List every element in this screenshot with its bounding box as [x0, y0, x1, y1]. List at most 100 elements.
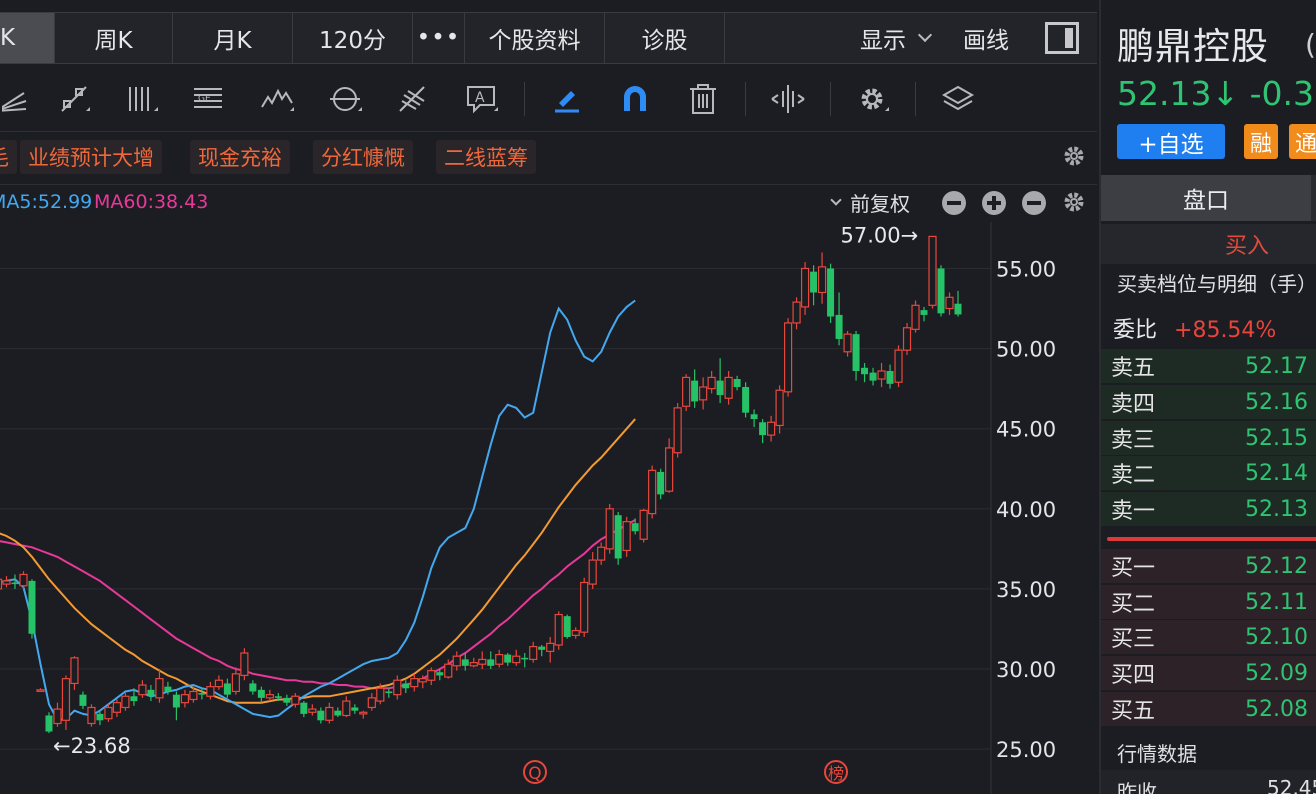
- fib-tool[interactable]: [380, 66, 448, 132]
- candle: [240, 648, 249, 681]
- level-price: 52.17: [1245, 353, 1308, 379]
- candle-body: [96, 713, 104, 721]
- candle: [852, 330, 860, 381]
- tab-daily-k[interactable]: K: [0, 13, 55, 63]
- candle-body: [742, 387, 750, 413]
- candle-body: [920, 310, 928, 315]
- tab-buy[interactable]: 买入: [1101, 224, 1316, 264]
- tab-weekly-k[interactable]: 周K: [55, 13, 173, 63]
- cycle-tool[interactable]: [312, 66, 380, 132]
- candle: [283, 694, 291, 706]
- candle: [28, 579, 36, 639]
- more-periods-button[interactable]: •••: [413, 13, 465, 63]
- sell-level-row[interactable]: 卖一 52.13: [1101, 492, 1316, 526]
- candle: [954, 290, 962, 317]
- concept-tags: 毛 业绩预计大增 现金充裕 分红慷慨 二线蓝筹: [0, 137, 1097, 177]
- layers-button[interactable]: [924, 66, 992, 132]
- display-dropdown[interactable]: 显示: [845, 13, 945, 63]
- candle: [622, 516, 631, 557]
- candlestick-chart[interactable]: 25.00 30.00 35.00 40.00 45.00 50.00 55.00 57.0…: [0, 222, 1097, 794]
- candle: [214, 675, 223, 690]
- fan-icon: [2, 91, 27, 112]
- candle: [945, 292, 954, 315]
- concept-tag[interactable]: 分红慷慨: [313, 140, 413, 174]
- ranking-marker[interactable]: 榜: [824, 760, 848, 784]
- trendline-icon: [61, 85, 90, 112]
- candle: [920, 306, 928, 322]
- sell-level-row[interactable]: 卖五 52.17: [1101, 349, 1316, 383]
- buy-level-row[interactable]: 买一 52.12: [1101, 549, 1316, 583]
- candle-body: [53, 708, 62, 725]
- news-marker[interactable]: Q: [523, 760, 547, 784]
- trendline-tool[interactable]: [40, 66, 108, 132]
- chevron-down-icon: [917, 27, 933, 43]
- draw-lines-button[interactable]: 画线: [945, 13, 1027, 63]
- level-label: 卖四: [1111, 392, 1156, 417]
- candle-body: [172, 694, 180, 708]
- fan-tool[interactable]: [0, 66, 40, 132]
- tab-diagnose[interactable]: 诊股: [605, 13, 725, 63]
- chart-settings-button[interactable]: [1061, 189, 1087, 219]
- candle-body: [291, 695, 300, 705]
- magnet-tool[interactable]: [601, 66, 669, 132]
- candle: [665, 438, 674, 493]
- tab-order-book[interactable]: 盘口: [1101, 175, 1311, 221]
- add-watchlist-button[interactable]: +自选: [1117, 124, 1225, 159]
- concept-tag[interactable]: 毛: [0, 140, 17, 174]
- buy-level-row[interactable]: 买二 52.11: [1101, 585, 1316, 619]
- candle-body: [911, 304, 920, 330]
- candle-body: [707, 376, 716, 390]
- candle: [45, 712, 53, 734]
- y-axis: 25.00 30.00 35.00 40.00 45.00 50.00 55.00: [996, 257, 1056, 762]
- ma60-line: [0, 519, 636, 690]
- wave-tool[interactable]: [244, 66, 312, 132]
- candle-body: [546, 642, 555, 653]
- gann-tool[interactable]: GE: [176, 66, 244, 132]
- delete-drawings-button[interactable]: [669, 66, 737, 132]
- highlighter-tool[interactable]: [533, 66, 601, 132]
- candle: [53, 702, 62, 727]
- candle: [300, 701, 308, 718]
- sell-level-row[interactable]: 卖四 52.16: [1101, 385, 1316, 419]
- concept-tag[interactable]: 二线蓝筹: [436, 140, 536, 174]
- sell-level-row[interactable]: 卖二 52.14: [1101, 456, 1316, 490]
- candle: [783, 318, 793, 397]
- level-price: 52.08: [1245, 696, 1308, 722]
- candle-body: [274, 696, 282, 698]
- display-label: 显示: [860, 28, 906, 54]
- candle-body: [563, 616, 571, 637]
- text-annotation-icon: A: [467, 85, 498, 113]
- candle: [70, 656, 79, 690]
- text-annotation-tool[interactable]: A: [448, 66, 516, 132]
- drawing-settings-button[interactable]: [839, 66, 907, 132]
- period-tabs: K 周K 月K 120分 ••• 个股资料 诊股 显示 画线: [0, 12, 1097, 64]
- concept-tag[interactable]: 现金充裕: [190, 140, 290, 174]
- candle-body: [385, 691, 393, 694]
- zoom-in-button[interactable]: [982, 191, 1006, 215]
- candle-body: [249, 683, 257, 692]
- stock-connect-badge[interactable]: 通: [1289, 124, 1316, 159]
- market-data-title: 行情数据: [1117, 742, 1197, 766]
- zoom-out-button[interactable]: [942, 191, 966, 215]
- buy-level-row[interactable]: 买三 52.10: [1101, 620, 1316, 654]
- candle-body: [325, 706, 334, 721]
- buy-level-row[interactable]: 买五 52.08: [1101, 692, 1316, 726]
- concept-tag[interactable]: 业绩预计大增: [20, 140, 162, 174]
- ma5-line: [0, 299, 636, 722]
- tab-stock-profile[interactable]: 个股资料: [465, 13, 605, 63]
- candle-body: [231, 673, 240, 693]
- layout-toggle-button[interactable]: [1027, 13, 1097, 63]
- margin-badge[interactable]: 融: [1244, 124, 1278, 159]
- tag-settings-button[interactable]: [1061, 143, 1087, 173]
- collapse-button[interactable]: [1022, 191, 1046, 215]
- adjust-dropdown[interactable]: 前复权: [830, 188, 910, 217]
- buy-level-row[interactable]: 买四 52.09: [1101, 656, 1316, 690]
- candle-body: [775, 389, 784, 427]
- candle-body: [36, 689, 45, 692]
- tab-120min[interactable]: 120分: [293, 13, 413, 63]
- tab-monthly-k[interactable]: 月K: [173, 13, 293, 63]
- sell-level-row[interactable]: 卖三 52.15: [1101, 421, 1316, 455]
- move-tool[interactable]: [754, 66, 822, 132]
- gear-icon: [1064, 192, 1084, 212]
- period-lines-tool[interactable]: [108, 66, 176, 132]
